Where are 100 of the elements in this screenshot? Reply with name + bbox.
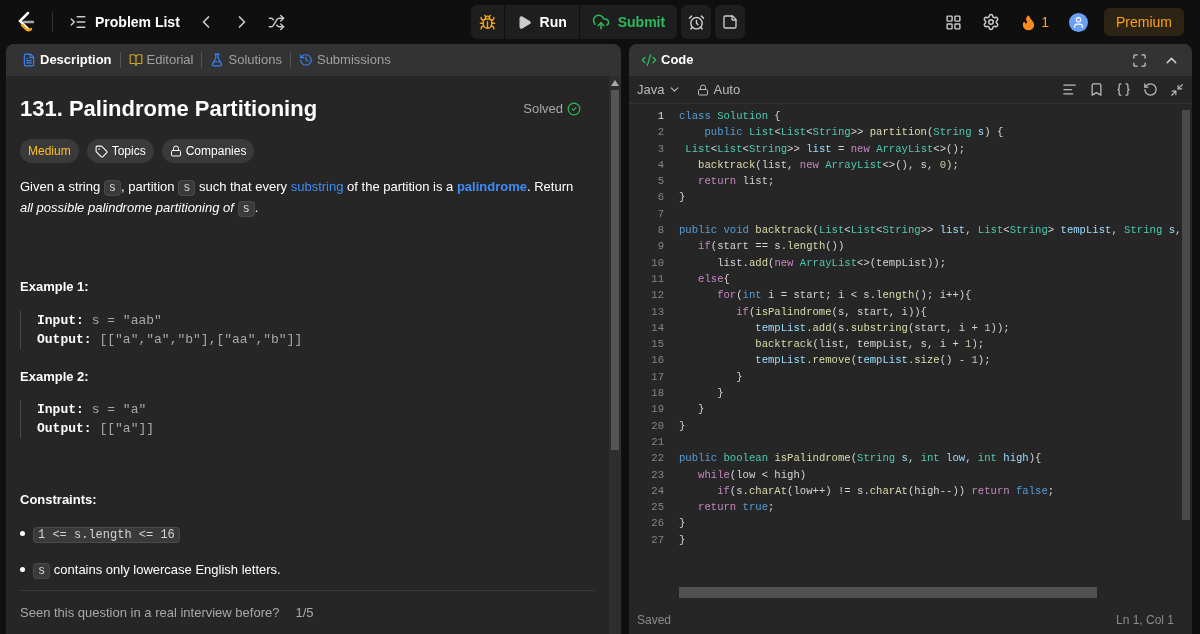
problem-list-icon[interactable] [69, 13, 87, 31]
line-number: 25 [650, 500, 664, 516]
panel-tab[interactable]: Submissions [294, 50, 395, 70]
panel-tab[interactable]: Editorial [124, 50, 198, 70]
reset-icon[interactable] [1143, 82, 1158, 97]
fullscreen-icon[interactable] [1132, 52, 1147, 68]
line-number: 20 [650, 418, 664, 434]
cursor-position: Ln 1, Col 1 [1115, 612, 1174, 629]
lock-icon [169, 145, 182, 157]
scrollbar[interactable] [609, 76, 621, 634]
alarm-clock-icon [687, 13, 705, 31]
bookmark-icon[interactable] [1089, 82, 1104, 97]
code-line: for(int i = start; i < s.length(); i++){ [716, 288, 972, 304]
line-number: 15 [650, 337, 664, 353]
vertical-scrollbar[interactable] [1182, 110, 1190, 520]
notes-button[interactable] [715, 5, 746, 39]
panel-tab[interactable]: Solutions [206, 50, 286, 70]
note-icon [722, 14, 739, 30]
interview-count: 1/5 [295, 603, 314, 622]
code-line: public void backtrack(List<List<String>> list, List<String> tempList, String s, [679, 223, 1182, 239]
premium-button[interactable]: Premium [1104, 8, 1184, 36]
book-icon [128, 53, 143, 67]
code-line: backtrack(list, new ArrayList<>(), s, 0); [697, 157, 959, 173]
code-line: } [735, 369, 743, 385]
code-line: tempList.remove(tempList.size() - 1); [754, 353, 991, 369]
line-number: 7 [656, 206, 664, 222]
solved-status: Solved [523, 99, 563, 118]
code-line: public boolean isPalindrome(String s, int low, int high){ [679, 451, 1042, 467]
braces-icon[interactable] [1116, 82, 1131, 97]
code-line: class Solution { [679, 109, 781, 124]
run-button[interactable]: Run [504, 5, 580, 39]
scroll-up-icon[interactable] [611, 80, 619, 86]
tag-icon [94, 144, 108, 158]
constraints-title: Constraints: [20, 491, 98, 509]
code-line: else{ [697, 271, 730, 287]
line-number: 24 [650, 483, 664, 499]
history-icon [298, 53, 313, 67]
layout-icon[interactable] [945, 13, 963, 31]
avatar[interactable] [1069, 12, 1088, 32]
code-line: list.add(new ArrayList<>(tempList)); [716, 255, 947, 271]
constraint-text: s contains only lowercase English letters. [33, 559, 281, 580]
example-title: Example 1: [20, 278, 90, 296]
upload-icon [591, 13, 610, 31]
line-number: 12 [650, 288, 664, 304]
line-number: 14 [650, 320, 664, 336]
shrink-icon[interactable] [1170, 82, 1184, 97]
example-title: Example 2: [20, 367, 90, 386]
logo-icon[interactable] [16, 11, 36, 33]
code-line: } [679, 418, 686, 434]
bullet-icon [20, 531, 25, 536]
code-line: tempList.add(s.substring(start, i + 1)); [754, 320, 1010, 336]
line-number: 1 [656, 109, 664, 124]
example-input-text: Input: s = "aab" [37, 311, 163, 330]
problem-title: 131. Palindrome Partitioning [20, 95, 318, 123]
line-number: 18 [650, 386, 664, 402]
line-number: 13 [650, 304, 664, 320]
line-number: 16 [650, 353, 664, 369]
line-number: 10 [650, 255, 664, 271]
check-icon [567, 101, 581, 116]
line-number: 21 [650, 434, 664, 450]
document-icon [22, 53, 36, 67]
line-number: 4 [656, 157, 664, 173]
panel-tab[interactable]: Description [18, 50, 116, 70]
line-number: 22 [650, 451, 664, 467]
problem-statement: Given a string s , partition s such that every substring of the partition is a palindrome. Return all possible palindrome partitioning of s . [20, 178, 575, 219]
horizontal-scrollbar[interactable] [679, 587, 1097, 598]
tag-chip[interactable]: Topics [86, 139, 154, 163]
line-number: 8 [656, 223, 664, 239]
code-line: List<List<String>> list = new ArrayList<>(); [684, 141, 966, 157]
line-number: 3 [656, 141, 664, 157]
timer-button[interactable] [681, 5, 712, 39]
language-selector[interactable]: Java [637, 79, 682, 100]
example-output-text: Output: [["a","a","b"],["aa","b"]] [37, 330, 304, 349]
code-icon [641, 52, 657, 68]
format-icon[interactable] [1062, 82, 1077, 97]
line-number: 2 [656, 125, 664, 141]
code-title: Code [661, 51, 694, 70]
example-output-text: Output: [["a"]] [37, 420, 156, 438]
shuffle-icon[interactable] [267, 13, 285, 31]
line-number: 23 [650, 467, 664, 483]
settings-icon[interactable] [982, 13, 1001, 31]
code-line: } [679, 190, 686, 206]
code-line: while(low < high) [697, 467, 807, 483]
lock-icon [697, 83, 710, 96]
save-status: Saved [637, 612, 672, 629]
submit-button[interactable]: Submit [579, 5, 678, 39]
code-line: return true; [697, 500, 775, 516]
tag-chip[interactable]: Companies [161, 139, 255, 163]
difficulty-badge[interactable]: Medium [20, 139, 79, 163]
bullet-icon [20, 567, 25, 572]
problem-list-link[interactable]: Problem List [95, 11, 180, 33]
line-number: 19 [650, 402, 664, 418]
line-number: 6 [656, 190, 664, 206]
line-number: 27 [650, 532, 664, 548]
interview-question: Seen this question in a real interview before? [20, 603, 280, 622]
play-icon [516, 14, 532, 30]
autocomplete-mode[interactable]: Auto [713, 79, 741, 100]
code-line: } [716, 386, 724, 402]
code-line: } [697, 402, 705, 418]
code-line: if(start == s.length()) [697, 239, 845, 255]
